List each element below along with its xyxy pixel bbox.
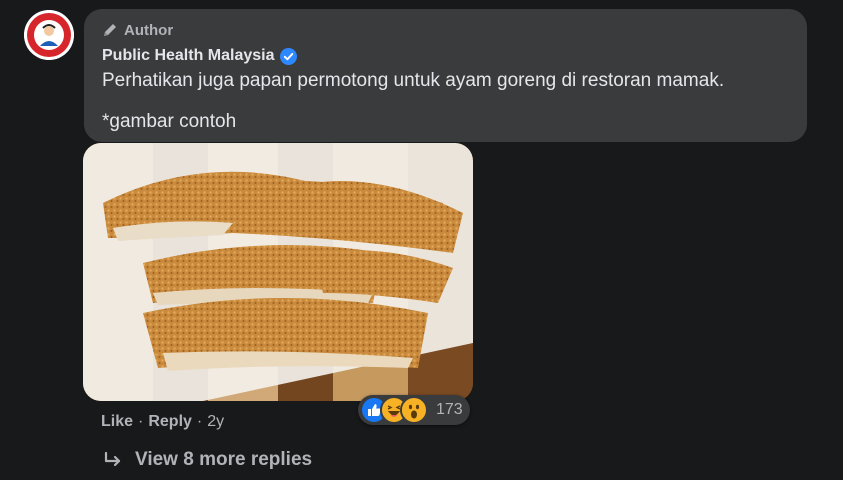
author-badge-label: Author: [124, 21, 174, 39]
timestamp[interactable]: 2y: [207, 413, 224, 431]
author-badge: Author: [102, 21, 789, 39]
comment-actions: Like · Reply · 2y: [101, 413, 224, 431]
view-more-replies-button[interactable]: View 8 more replies: [103, 449, 312, 471]
reply-button[interactable]: Reply: [148, 413, 192, 431]
fried-chicken-photo-icon: [83, 143, 473, 401]
comment-text-line: Perhatikan juga papan permotong untuk ay…: [102, 70, 725, 91]
reply-arrow-icon: [104, 451, 121, 467]
pencil-icon: [104, 24, 116, 36]
comment-photo[interactable]: [83, 143, 473, 401]
wow-icon: [400, 396, 428, 424]
like-button[interactable]: Like: [101, 413, 133, 431]
separator: ·: [138, 413, 144, 430]
reactions-summary[interactable]: 173: [358, 395, 470, 425]
comment-bubble: Author Public Health Malaysia Perhatikan…: [84, 9, 807, 142]
page-avatar[interactable]: [24, 10, 74, 60]
commenter-name[interactable]: Public Health Malaysia: [102, 47, 275, 65]
view-more-replies-label: View 8 more replies: [135, 449, 313, 470]
separator: ·: [196, 413, 203, 430]
verified-badge-icon: [279, 47, 297, 65]
reaction-count: 173: [436, 401, 463, 418]
comment-text-line: *gambar contoh: [102, 111, 237, 132]
healthcare-human-rights-logo-icon: [24, 10, 74, 60]
